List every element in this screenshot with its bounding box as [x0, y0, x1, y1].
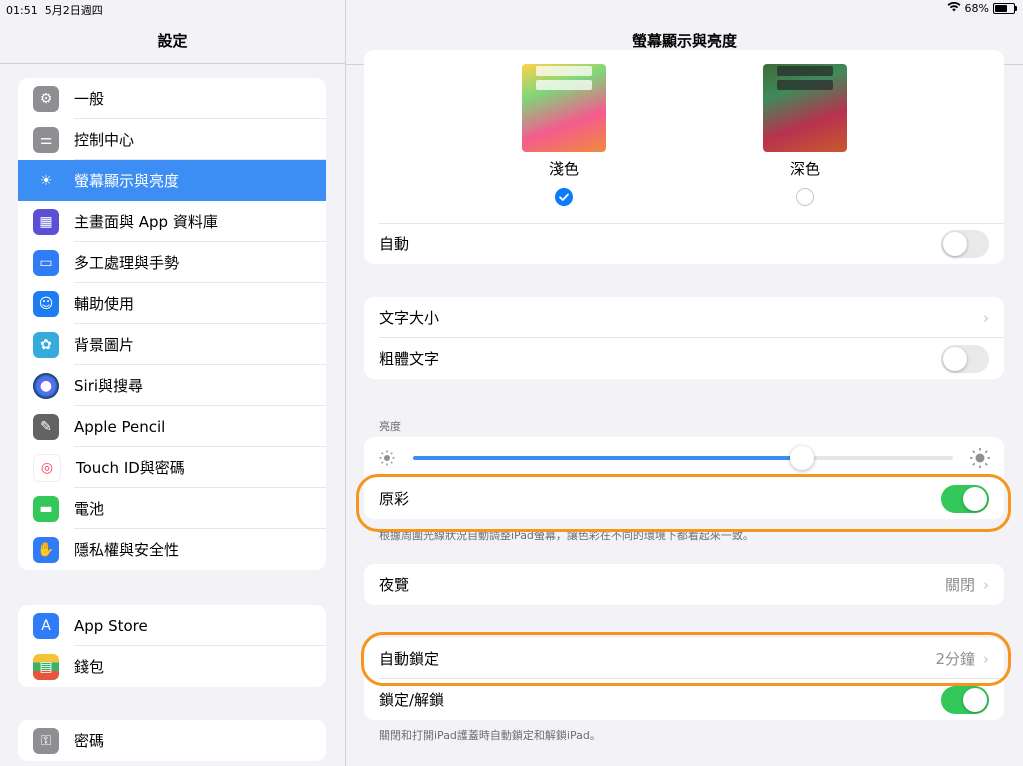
- multitask-icon: ▭: [33, 249, 59, 276]
- brightness-slider[interactable]: [413, 446, 953, 470]
- sidebar-item[interactable]: ▭ 多工處理與手勢: [18, 242, 326, 283]
- battery-indicator-icon: [993, 3, 1017, 14]
- text-size-row[interactable]: 文字大小 ›: [364, 297, 1004, 338]
- sidebar-item-label: 多工處理與手勢: [74, 254, 180, 272]
- sidebar-title: 設定: [157, 32, 188, 50]
- sidebar-item[interactable]: ◎ Touch ID與密碼: [18, 447, 326, 488]
- sidebar-item[interactable]: ▤ 錢包: [18, 646, 326, 687]
- sidebar-item-label: 錢包: [74, 658, 105, 676]
- light-mode-preview[interactable]: [522, 64, 606, 152]
- status-bar: 01:51 5月2日週四 68%: [0, 0, 1023, 18]
- text-size-label: 文字大小: [379, 309, 440, 327]
- sidebar-item-label: 電池: [74, 500, 105, 518]
- lock-unlock-note: 關閉和打開iPad護蓋時自動鎖定和解鎖iPad。: [379, 729, 601, 742]
- sidebar-item[interactable]: ▦ 主畫面與 App 資料庫: [18, 201, 326, 242]
- brightness-slider-row: [364, 437, 1004, 478]
- sidebar-item-label: 螢幕顯示與亮度: [74, 172, 180, 190]
- sidebar-item-label: 控制中心: [74, 131, 135, 149]
- flower-icon: ✿: [33, 331, 59, 358]
- key-icon: ⚿: [33, 727, 59, 754]
- night-shift-card: 夜覽 關閉 ›: [364, 564, 1004, 605]
- sidebar-item-label: 密碼: [74, 732, 105, 750]
- sidebar-item-label: 一般: [74, 90, 105, 108]
- sidebar-item-label: Apple Pencil: [74, 417, 166, 436]
- dark-mode-label: 深色: [789, 160, 820, 178]
- sidebar-group-main: ⚙ 一般 ⚌ 控制中心 ☀ 螢幕顯示與亮度 ▦ 主畫面與 App 資料庫 ▭ 多工處理與手勢 ☺ 輔助…: [18, 78, 326, 570]
- sidebar-item[interactable]: ● Siri與搜尋: [18, 365, 326, 406]
- sidebar: 設定 ⚙ 一般 ⚌ 控制中心 ☀ 螢幕顯示與亮度 ▦ 主畫面與 App 資料庫 ▭ 多工處理與手勢…: [0, 0, 346, 766]
- sidebar-group-passwords: ⚿ 密碼: [18, 720, 326, 761]
- status-date: 5月2日週四: [44, 4, 103, 17]
- true-tone-highlight: [356, 474, 1011, 532]
- sidebar-item-label: 輔助使用: [74, 295, 135, 313]
- brightness-slider-thumb[interactable]: [789, 446, 814, 470]
- page-title: 螢幕顯示與亮度: [631, 32, 737, 50]
- sidebar-item[interactable]: ⚌ 控制中心: [18, 119, 326, 160]
- light-mode-radio[interactable]: [555, 188, 573, 206]
- grid-icon: ▦: [33, 208, 59, 235]
- sidebar-item[interactable]: ✎ Apple Pencil: [18, 406, 326, 447]
- pencil-icon: ✎: [33, 413, 59, 440]
- night-shift-row[interactable]: 夜覽 關閉 ›: [364, 564, 1004, 605]
- bold-text-toggle[interactable]: [941, 344, 989, 373]
- sidebar-item[interactable]: A App Store: [18, 605, 326, 646]
- auto-lock-highlight: [361, 632, 1011, 686]
- siri-icon: ●: [33, 372, 59, 399]
- lock-unlock-toggle[interactable]: [941, 685, 989, 714]
- chevron-right-icon: ›: [983, 308, 989, 327]
- bold-text-row: 粗體文字: [364, 338, 1004, 379]
- sidebar-item-label: 主畫面與 App 資料庫: [74, 213, 218, 231]
- wallet-icon: ▤: [33, 653, 59, 680]
- night-shift-value: 關閉: [944, 576, 975, 594]
- bold-text-label: 粗體文字: [379, 350, 440, 368]
- auto-appearance-row: 自動: [364, 223, 1004, 264]
- accessibility-icon: ☺: [33, 290, 59, 317]
- sun-large-icon: [969, 447, 991, 473]
- wifi-icon: [947, 1, 961, 15]
- sidebar-item-label: App Store: [74, 616, 148, 635]
- auto-appearance-toggle[interactable]: [941, 229, 989, 258]
- lock-unlock-label: 鎖定/解鎖: [379, 691, 445, 709]
- sidebar-item-label: 隱私權與安全性: [74, 541, 180, 559]
- chevron-right-icon: ›: [983, 575, 989, 594]
- light-mode-label: 淺色: [548, 160, 579, 178]
- dark-mode-preview[interactable]: [763, 64, 847, 152]
- sidebar-item[interactable]: ✿ 背景圖片: [18, 324, 326, 365]
- battery-icon: ▬: [33, 495, 59, 522]
- sidebar-item[interactable]: ⚿ 密碼: [18, 720, 326, 761]
- appearance-card: 淺色 深色 自動: [364, 50, 1004, 264]
- appstore-icon: A: [33, 612, 59, 639]
- gear-icon: ⚙: [33, 85, 59, 112]
- dark-mode-radio[interactable]: [796, 188, 814, 206]
- battery-percentage: 68%: [964, 2, 989, 15]
- switches-icon: ⚌: [33, 126, 59, 153]
- hand-icon: ✋: [33, 536, 59, 563]
- auto-appearance-label: 自動: [379, 235, 410, 253]
- display-brightness-pane: 螢幕顯示與亮度 淺色 深色 自動 文字大小 › 粗體文字 亮度 原彩 根據周圍光…: [346, 0, 1023, 766]
- sun-icon: ☀: [33, 167, 59, 194]
- sidebar-item-label: Siri與搜尋: [74, 377, 144, 395]
- sidebar-item[interactable]: ☀ 螢幕顯示與亮度: [18, 160, 326, 201]
- sidebar-item[interactable]: ☺ 輔助使用: [18, 283, 326, 324]
- fingerprint-icon: ◎: [33, 453, 61, 482]
- sidebar-item[interactable]: ⚙ 一般: [18, 78, 326, 119]
- text-card: 文字大小 › 粗體文字: [364, 297, 1004, 379]
- brightness-section-label: 亮度: [379, 420, 401, 433]
- sun-small-icon: [378, 449, 396, 471]
- sidebar-group-store: A App Store ▤ 錢包: [18, 605, 326, 687]
- status-time: 01:51: [6, 4, 38, 17]
- sidebar-item[interactable]: ▬ 電池: [18, 488, 326, 529]
- night-shift-label: 夜覽: [379, 576, 410, 594]
- sidebar-item-label: Touch ID與密碼: [76, 459, 185, 477]
- sidebar-item[interactable]: ✋ 隱私權與安全性: [18, 529, 326, 570]
- sidebar-item-label: 背景圖片: [74, 336, 135, 354]
